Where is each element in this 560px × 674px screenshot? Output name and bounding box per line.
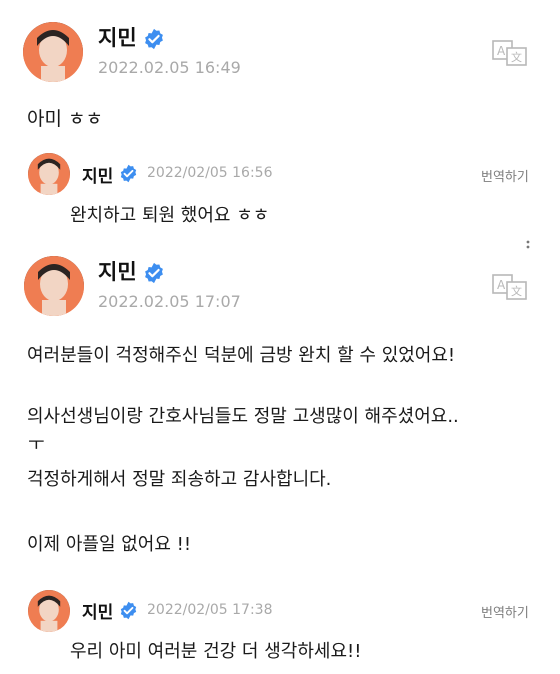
post-author-name[interactable]: 지민 [98,258,137,286]
translate-button[interactable]: 번역하기 [481,602,529,621]
post-body-line: 의사선생님이랑 간호사님들도 정말 고생많이 해주셨어요.. [27,406,459,427]
comment-timestamp: 2022/02/05 16:56 [147,165,273,181]
svg-text:A: A [497,278,506,292]
verified-badge-icon [145,262,163,284]
avatar[interactable] [24,256,84,316]
verified-badge-icon [120,601,137,620]
more-vertical-icon[interactable] [523,238,533,256]
avatar[interactable] [28,153,70,195]
post-body-line: 이제 아플일 없어요 !! [27,534,192,555]
comment-text: 우리 아미 여러분 건강 더 생각하세요!! [70,641,362,662]
translate-button[interactable]: 번역하기 [481,166,529,185]
post-body-line: 걱정하게해서 정말 죄송하고 감사합니다. [27,469,332,490]
comment-author-name[interactable]: 지민 [82,598,113,623]
avatar[interactable] [23,22,83,82]
verified-badge-icon [145,28,163,50]
post-body-line: 여러분들이 걱정해주신 덕분에 금방 완치 할 수 있었어요! [27,345,456,366]
translate-icon[interactable]: A 文 [492,40,528,66]
translate-icon[interactable]: A 文 [492,274,528,300]
svg-text:文: 文 [511,50,522,64]
post-author-name[interactable]: 지민 [98,24,137,52]
post-body-line: 아미 ㅎㅎ [27,108,103,130]
comment-author-name[interactable]: 지민 [82,162,113,187]
svg-text:A: A [497,44,506,58]
svg-text:文: 文 [511,284,522,298]
verified-badge-icon [120,164,137,183]
post-body-line: ㅜ [28,434,45,455]
comment-timestamp: 2022/02/05 17:38 [147,602,273,618]
post-timestamp: 2022.02.05 17:07 [98,292,241,311]
post-timestamp: 2022.02.05 16:49 [98,58,241,77]
comment-text: 완치하고 퇴원 했어요 ㅎㅎ [70,205,270,226]
avatar[interactable] [28,590,70,632]
